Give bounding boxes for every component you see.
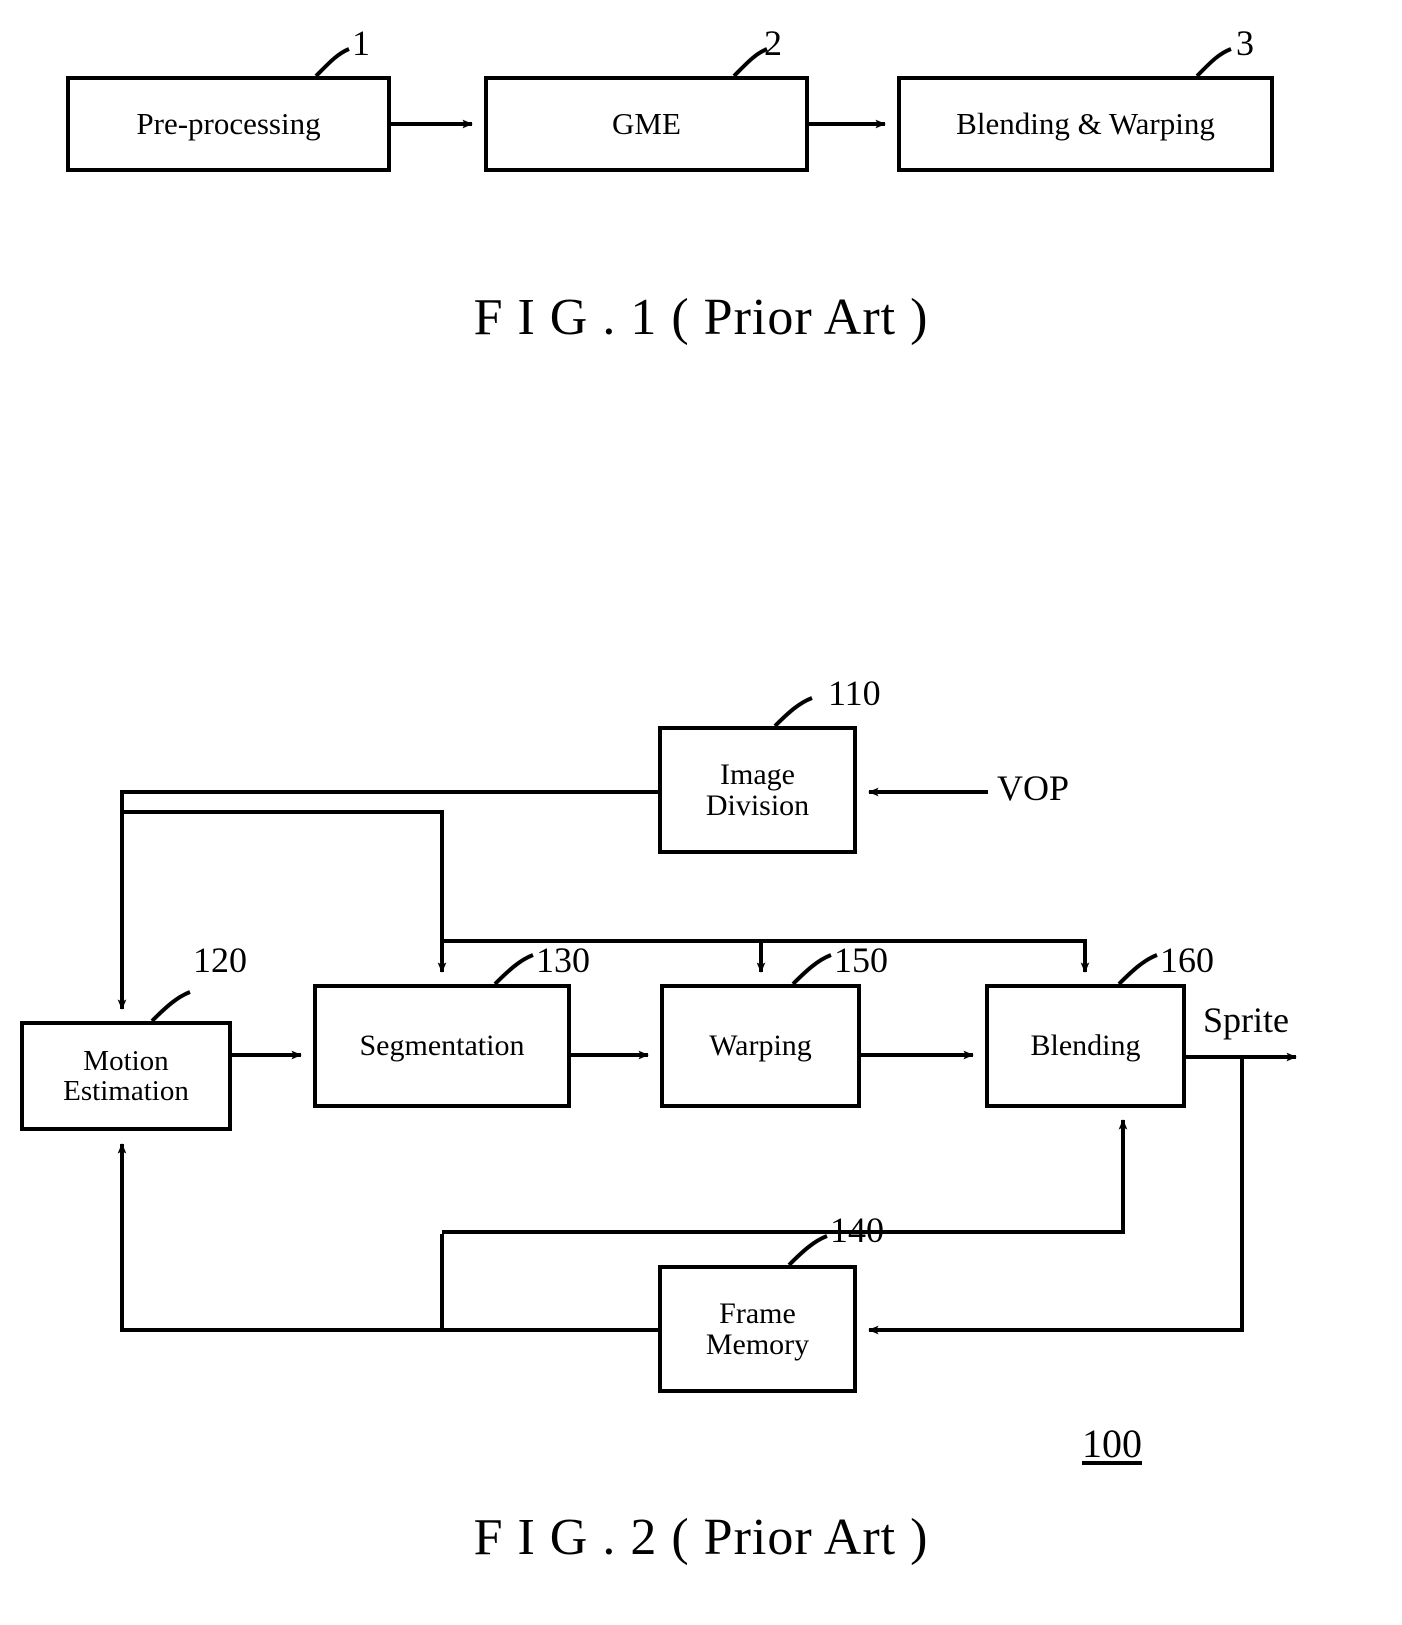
- bus-framemem-to-motion: [117, 1143, 658, 1332]
- ref-numeral-150: 150: [834, 940, 888, 980]
- box-gme-label: GME: [612, 105, 681, 141]
- box-segmentation: Segmentation: [313, 984, 571, 1108]
- leader-150: [791, 953, 832, 986]
- box-gme: GME: [484, 76, 809, 172]
- box-motion-estimation-label-line1: Motion: [83, 1044, 169, 1077]
- ref-numeral-120: 120: [193, 940, 247, 980]
- leader-160: [1117, 953, 1158, 986]
- leader-1: [314, 47, 350, 78]
- box-warping: Warping: [660, 984, 861, 1108]
- box-pre-processing-label: Pre-processing: [136, 105, 321, 141]
- box-image-division: Image Division: [658, 726, 857, 854]
- ref-numeral-110: 110: [828, 673, 881, 713]
- box-blending-warping-label: Blending & Warping: [956, 105, 1215, 141]
- ref-numeral-130: 130: [536, 940, 590, 980]
- leader-2: [732, 47, 768, 78]
- leader-110: [773, 696, 813, 728]
- figure-1-caption: F I G . 1 ( Prior Art ): [473, 289, 929, 346]
- figure-2-caption: F I G . 2 ( Prior Art ): [473, 1509, 929, 1566]
- leader-3: [1195, 47, 1232, 78]
- box-pre-processing: Pre-processing: [66, 76, 391, 172]
- ref-numeral-1: 1: [352, 23, 370, 63]
- system-ref-numeral-100: 100: [1082, 1421, 1142, 1466]
- box-image-division-label-line1: Image: [720, 757, 795, 791]
- bus-framemem-to-blending: [442, 1119, 1128, 1234]
- box-warping-label: Warping: [709, 1029, 812, 1063]
- leader-130: [493, 953, 534, 986]
- box-frame-memory-label-line2: Memory: [705, 1328, 810, 1361]
- ref-numeral-140: 140: [830, 1210, 884, 1250]
- box-blending-warping: Blending & Warping: [897, 76, 1274, 172]
- ref-numeral-2: 2: [764, 23, 782, 63]
- signal-label-vop: VOP: [997, 768, 1070, 808]
- box-motion-estimation: Motion Estimation: [20, 1021, 232, 1131]
- signal-label-sprite: Sprite: [1203, 1000, 1289, 1040]
- bus-imgdiv-left-stub: [120, 790, 658, 812]
- ref-numeral-3: 3: [1236, 23, 1254, 63]
- patent-figure-page: Pre-processing GME Blending & Warping 1 …: [0, 0, 1402, 1625]
- leader-120: [150, 990, 191, 1023]
- box-blending-label: Blending: [1030, 1029, 1141, 1063]
- leader-140: [787, 1234, 828, 1267]
- box-blending: Blending: [985, 984, 1186, 1108]
- box-segmentation-label: Segmentation: [359, 1029, 525, 1063]
- box-motion-estimation-label-line2: Estimation: [63, 1075, 189, 1107]
- ref-numeral-160: 160: [1160, 940, 1214, 980]
- box-frame-memory: Frame Memory: [658, 1265, 857, 1393]
- box-image-division-label-line2: Division: [705, 789, 810, 822]
- box-frame-memory-label-line1: Frame: [719, 1296, 796, 1330]
